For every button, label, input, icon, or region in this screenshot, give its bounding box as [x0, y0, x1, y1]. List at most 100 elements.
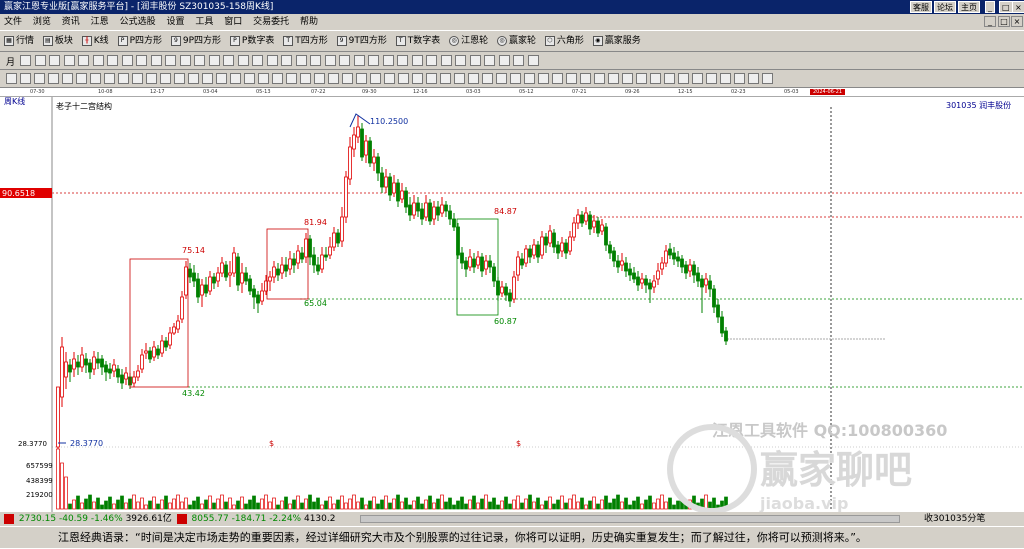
draw-tool-icon[interactable]: [426, 73, 437, 84]
draw-tool-icon[interactable]: [62, 73, 73, 84]
menu-file[interactable]: 文件: [4, 17, 22, 27]
draw-tool-icon[interactable]: [208, 55, 220, 66]
draw-tool-icon[interactable]: [244, 73, 255, 84]
draw-tool-icon[interactable]: [484, 55, 495, 66]
draw-tool-icon[interactable]: [34, 73, 45, 84]
draw-tool-icon[interactable]: [580, 73, 591, 84]
draw-tool-icon[interactable]: [34, 55, 46, 66]
draw-tool-icon[interactable]: [650, 73, 661, 84]
draw-tool-icon[interactable]: [692, 73, 703, 84]
draw-tool-icon[interactable]: [295, 55, 307, 66]
draw-tool-icon[interactable]: [237, 55, 249, 66]
draw-tool-icon[interactable]: [426, 55, 437, 66]
menu-gann[interactable]: 江恩: [91, 17, 109, 27]
draw-tool-icon[interactable]: [188, 73, 199, 84]
period-select[interactable]: 月: [6, 55, 15, 68]
draw-tool-icon[interactable]: [706, 73, 717, 84]
menu-browse[interactable]: 浏览: [33, 17, 51, 27]
draw-tool-icon[interactable]: [121, 55, 133, 66]
home-button[interactable]: 主页: [958, 1, 980, 13]
draw-tool-icon[interactable]: [328, 73, 339, 84]
draw-tool-icon[interactable]: [440, 73, 451, 84]
draw-tool-icon[interactable]: [468, 73, 479, 84]
draw-tool-icon[interactable]: [339, 55, 350, 66]
draw-tool-icon[interactable]: [266, 55, 278, 66]
minimize-button[interactable]: _: [985, 1, 995, 13]
draw-tool-icon[interactable]: [20, 55, 31, 66]
toolbar-9p-square[interactable]: 9 9P四方形: [170, 31, 221, 51]
draw-tool-icon[interactable]: [513, 55, 524, 66]
draw-tool-icon[interactable]: [594, 73, 605, 84]
draw-tool-icon[interactable]: [356, 73, 367, 84]
draw-tool-icon[interactable]: [734, 73, 745, 84]
close-button[interactable]: ×: [1012, 1, 1024, 13]
draw-tool-icon[interactable]: [20, 73, 31, 84]
draw-tool-icon[interactable]: [552, 73, 563, 84]
draw-tool-icon[interactable]: [411, 55, 423, 66]
draw-tool-icon[interactable]: [194, 55, 205, 66]
draw-tool-icon[interactable]: [76, 73, 87, 84]
draw-tool-icon[interactable]: [720, 73, 731, 84]
draw-tool-icon[interactable]: [636, 73, 647, 84]
draw-tool-icon[interactable]: [223, 55, 234, 66]
menu-news[interactable]: 资讯: [62, 17, 80, 27]
draw-tool-icon[interactable]: [664, 73, 675, 84]
draw-tool-icon[interactable]: [146, 73, 157, 84]
draw-tool-icon[interactable]: [482, 73, 493, 84]
draw-tool-icon[interactable]: [230, 73, 241, 84]
menu-tools[interactable]: 工具: [195, 17, 213, 27]
toolbar-kline[interactable]: ╫ K线: [81, 31, 109, 51]
draw-tool-icon[interactable]: [440, 55, 452, 66]
draw-tool-icon[interactable]: [49, 55, 60, 66]
inner-close-button[interactable]: ×: [1011, 16, 1023, 27]
menu-formula[interactable]: 公式选股: [120, 17, 156, 27]
draw-tool-icon[interactable]: [165, 55, 176, 66]
inner-minimize-button[interactable]: _: [984, 16, 996, 27]
draw-tool-icon[interactable]: [150, 55, 162, 66]
draw-tool-icon[interactable]: [353, 55, 365, 66]
toolbar-sector[interactable]: ▤ 板块: [42, 31, 73, 51]
draw-tool-icon[interactable]: [63, 55, 75, 66]
toolbar-service[interactable]: ◉ 赢家服务: [592, 31, 641, 51]
draw-tool-icon[interactable]: [314, 73, 325, 84]
draw-tool-icon[interactable]: [454, 73, 465, 84]
draw-tool-icon[interactable]: [136, 55, 147, 66]
draw-tool-icon[interactable]: [566, 73, 577, 84]
draw-tool-icon[interactable]: [324, 55, 336, 66]
toolbar-gann-wheel[interactable]: ◎ 江恩轮: [449, 31, 488, 51]
menu-trade[interactable]: 交易委托: [253, 17, 289, 27]
draw-tool-icon[interactable]: [90, 73, 101, 84]
toolbar-t-table[interactable]: T T数字表: [395, 31, 440, 51]
draw-tool-icon[interactable]: [527, 55, 539, 66]
draw-tool-icon[interactable]: [281, 55, 292, 66]
draw-tool-icon[interactable]: [48, 73, 59, 84]
register-button[interactable]: 客服: [910, 1, 932, 13]
toolbar-p-square[interactable]: P P四方形: [117, 31, 162, 51]
draw-tool-icon[interactable]: [384, 73, 395, 84]
draw-tool-icon[interactable]: [272, 73, 283, 84]
draw-tool-icon[interactable]: [132, 73, 143, 84]
toolbar-winner-wheel[interactable]: ◎ 赢家轮: [496, 31, 536, 51]
kline-chart[interactable]: 周K线 老子十二宫结构 301035 润丰股份 90.6518 28.3770 …: [0, 97, 1024, 512]
draw-tool-icon[interactable]: [498, 55, 510, 66]
draw-tool-icon[interactable]: [382, 55, 394, 66]
draw-tool-icon[interactable]: [622, 73, 633, 84]
draw-tool-icon[interactable]: [78, 55, 89, 66]
toolbar-p-table[interactable]: P P数字表: [229, 31, 274, 51]
draw-tool-icon[interactable]: [398, 73, 409, 84]
draw-tool-icon[interactable]: [202, 73, 213, 84]
toolbar-hexagon[interactable]: ⬡ 六角形: [544, 31, 584, 51]
draw-tool-icon[interactable]: [496, 73, 507, 84]
draw-tool-icon[interactable]: [179, 55, 191, 66]
draw-tool-icon[interactable]: [118, 73, 129, 84]
toolbar-9t-square[interactable]: 9 9T四方形: [336, 31, 387, 51]
draw-tool-icon[interactable]: [368, 55, 379, 66]
draw-tool-icon[interactable]: [310, 55, 321, 66]
draw-tool-icon[interactable]: [510, 73, 521, 84]
draw-tool-icon[interactable]: [748, 73, 759, 84]
draw-tool-icon[interactable]: [252, 55, 263, 66]
draw-tool-icon[interactable]: [412, 73, 423, 84]
menu-help[interactable]: 帮助: [300, 17, 318, 27]
draw-tool-icon[interactable]: [342, 73, 353, 84]
draw-tool-icon[interactable]: [258, 73, 269, 84]
